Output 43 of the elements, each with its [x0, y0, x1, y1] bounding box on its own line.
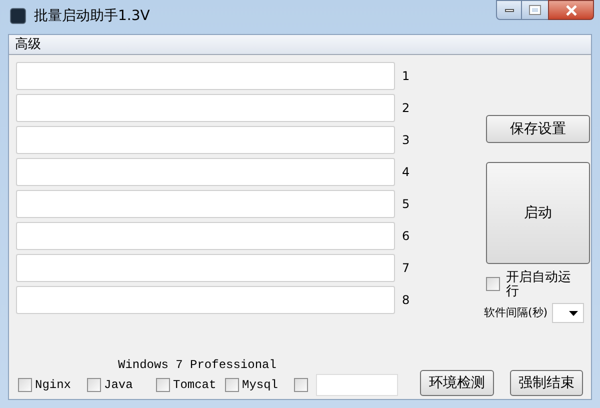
app-icon — [10, 8, 26, 24]
checkbox[interactable] — [294, 378, 308, 392]
environment-check-button[interactable]: 环境检测 — [420, 370, 494, 396]
slot-number: 7 — [402, 260, 410, 277]
service-label: Nginx — [35, 377, 72, 394]
path-field[interactable] — [16, 94, 395, 122]
path-field[interactable] — [16, 222, 395, 250]
checkbox[interactable] — [18, 378, 32, 392]
path-field[interactable] — [16, 286, 395, 314]
dropdown-arrow-icon — [568, 310, 578, 316]
service-label: Java — [104, 377, 134, 394]
path-field[interactable] — [16, 254, 395, 282]
force-stop-button[interactable]: 强制结束 — [510, 370, 583, 396]
text-field[interactable] — [316, 374, 398, 396]
checkbox[interactable] — [486, 277, 500, 291]
slot-number: 5 — [402, 196, 410, 213]
path-field[interactable] — [16, 158, 395, 186]
slot-number: 1 — [402, 68, 410, 85]
tab[interactable]: 高级 — [9, 35, 47, 54]
checkbox[interactable] — [225, 378, 239, 392]
window-title: 批量启动助手1.3V — [34, 7, 150, 26]
slot-number: 6 — [402, 228, 410, 245]
path-field[interactable] — [16, 190, 395, 218]
maximize-button[interactable] — [522, 0, 548, 20]
path-field[interactable] — [16, 62, 395, 90]
minimize-button[interactable] — [496, 0, 522, 20]
slot-number: 8 — [402, 292, 410, 309]
path-field[interactable] — [16, 126, 395, 154]
interval-label: 软件间隔(秒) — [484, 304, 548, 321]
autostart-label: 开启自动运行 — [506, 271, 572, 299]
close-button[interactable] — [548, 0, 594, 20]
start-button[interactable]: 启动 — [486, 162, 590, 264]
service-label: Mysql — [242, 377, 280, 394]
checkbox[interactable] — [156, 378, 170, 392]
os-label: Windows 7 Professional — [118, 358, 278, 372]
close-icon — [566, 4, 576, 16]
slot-number: 2 — [402, 100, 410, 117]
slot-number: 3 — [402, 132, 410, 149]
checkbox[interactable] — [87, 378, 101, 392]
save-settings-button[interactable]: 保存设置 — [486, 115, 590, 143]
service-label: Tomcat — [173, 377, 218, 394]
slot-number: 4 — [402, 164, 410, 181]
interval-dropdown[interactable] — [552, 303, 584, 323]
